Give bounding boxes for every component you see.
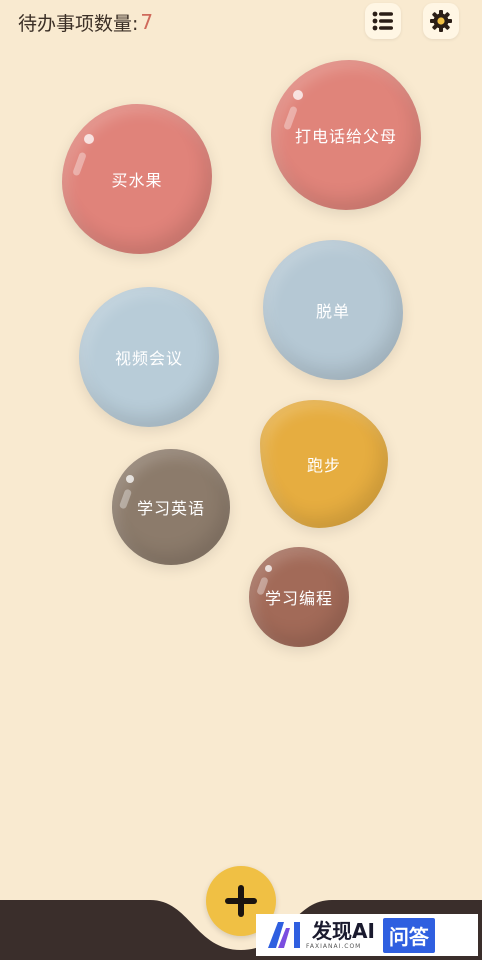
settings-button[interactable] [423,3,459,39]
gear-icon [430,10,452,32]
app-screen: 待办事项数量: 7 打电话给父母 买水果 脱单 视频会议 跑步 学习英语 学习编… [0,0,482,960]
todo-bubble-call-parents[interactable]: 打电话给父母 [271,60,421,210]
todo-bubble-video-meeting[interactable]: 视频会议 [79,287,219,427]
todo-bubble-running[interactable]: 跑步 [260,400,388,528]
list-view-button[interactable] [365,3,401,39]
todo-bubble-learn-programming[interactable]: 学习编程 [249,547,349,647]
watermark-brand: 发现AI [312,918,375,943]
todo-bubble-find-partner[interactable]: 脱单 [263,240,403,380]
todo-label: 买水果 [111,171,163,190]
todo-count-label: 待办事项数量: [18,12,139,35]
todo-label: 学习编程 [264,589,333,608]
todo-label: 视频会议 [114,349,183,368]
todo-label: 学习英语 [136,499,205,518]
todo-count-header: 待办事项数量: 7 [18,8,153,36]
todo-count-value: 7 [140,10,154,34]
faxian-logo-icon [268,922,300,948]
watermark-badge: 问答 [382,917,435,953]
watermark-domain: FAXIANAI.COM [306,942,362,950]
todo-label: 打电话给父母 [294,127,397,146]
plus-icon [225,885,257,917]
todo-bubble-buy-fruit[interactable]: 买水果 [62,104,212,254]
todo-label: 跑步 [306,456,341,475]
todo-label: 脱单 [315,302,350,321]
list-icon [372,11,393,31]
watermark: 发现AI FAXIANAI.COM 问答 [256,914,478,956]
todo-bubble-learn-english[interactable]: 学习英语 [112,449,230,565]
